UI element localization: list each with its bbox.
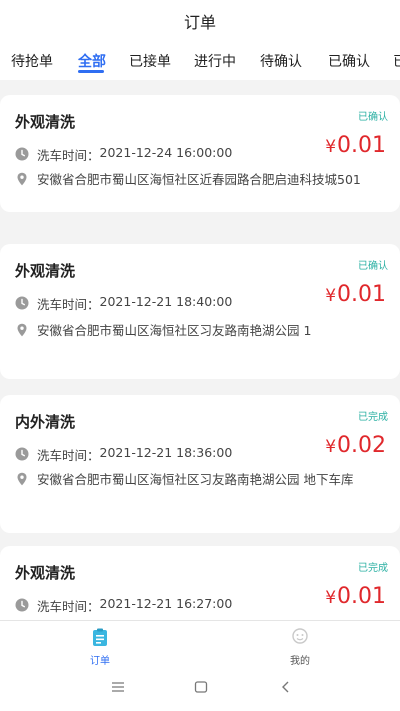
order-price: ¥0.01	[325, 584, 386, 609]
clock-icon	[15, 598, 29, 612]
location-pin-icon	[17, 323, 27, 337]
address-row: 安徽省合肥市蜀山区海恒社区习友路南艳湖公园 地下车库	[15, 470, 382, 490]
tab-pending-grab[interactable]: 待抢单	[11, 51, 53, 71]
address-text: 安徽省合肥市蜀山区海恒社区近春园路合肥启迪科技城501	[37, 172, 361, 187]
currency-symbol: ¥	[325, 588, 337, 608]
active-tab-indicator	[78, 70, 104, 73]
tab-confirmed[interactable]: 已确认	[328, 51, 370, 71]
order-card[interactable]: 外观清洗 已完成 洗车时间： 2021-12-21 16:27:00 ¥0.01	[0, 546, 400, 620]
bottom-navigation: 订单 我的	[0, 620, 400, 669]
address-row: 安徽省合肥市蜀山区海恒社区习友路南艳湖公园 1	[15, 321, 382, 341]
wash-time-value: 2021-12-21 18:40:00	[99, 294, 233, 309]
location-pin-icon	[17, 172, 27, 186]
order-card[interactable]: 外观清洗 已确认 洗车时间： 2021-12-21 18:40:00 ¥0.01…	[0, 244, 400, 379]
wash-time-label: 洗车时间：	[37, 297, 100, 312]
clock-icon	[15, 296, 29, 310]
order-price: ¥0.02	[325, 433, 386, 458]
order-status-badge: 已完成	[358, 412, 388, 423]
order-price: ¥0.01	[325, 282, 386, 307]
nav-profile[interactable]: 我的	[270, 627, 330, 667]
address-text: 安徽省合肥市蜀山区海恒社区习友路南艳湖公园 地下车库	[37, 472, 354, 487]
currency-symbol: ¥	[325, 137, 337, 157]
wash-time-label: 洗车时间：	[37, 599, 100, 614]
status-tabs: 待抢单 全部 已接单 进行中 待确认 已确认 已	[0, 42, 400, 80]
wash-time-label: 洗车时间：	[37, 448, 100, 463]
order-status-badge: 已完成	[358, 563, 388, 574]
order-service-name: 外观清洗	[15, 262, 76, 280]
wash-time-row: 洗车时间： 2021-12-21 18:40:00	[15, 294, 232, 313]
price-value: 0.01	[337, 133, 386, 158]
clock-icon	[15, 447, 29, 461]
order-service-name: 外观清洗	[15, 564, 76, 582]
wash-time-value: 2021-12-24 16:00:00	[99, 145, 233, 160]
wash-time-value: 2021-12-21 18:36:00	[99, 445, 233, 460]
currency-symbol: ¥	[325, 437, 337, 457]
tab-in-progress[interactable]: 进行中	[194, 51, 236, 71]
address-text: 安徽省合肥市蜀山区海恒社区习友路南艳湖公园 1	[37, 323, 312, 338]
price-value: 0.01	[337, 584, 386, 609]
back-arrow-icon[interactable]	[279, 680, 293, 694]
order-card[interactable]: 内外清洗 已完成 洗车时间： 2021-12-21 18:36:00 ¥0.02…	[0, 395, 400, 533]
tab-pending-confirm[interactable]: 待确认	[260, 51, 302, 71]
price-value: 0.02	[337, 433, 386, 458]
order-card[interactable]: 外观清洗 已确认 洗车时间： 2021-12-24 16:00:00 ¥0.01…	[0, 95, 400, 212]
order-service-name: 内外清洗	[15, 413, 76, 431]
order-status-badge: 已确认	[358, 112, 388, 123]
wash-time-row: 洗车时间： 2021-12-21 16:27:00	[15, 596, 232, 615]
clock-icon	[15, 147, 29, 161]
order-status-badge: 已确认	[358, 261, 388, 272]
page-title: 订单	[183, 13, 216, 32]
app-header: 订单	[0, 0, 400, 42]
nav-orders-label: 订单	[90, 656, 110, 667]
clipboard-icon	[93, 628, 107, 646]
tab-more[interactable]: 已	[393, 51, 400, 71]
tab-accepted[interactable]: 已接单	[129, 51, 171, 71]
tab-all[interactable]: 全部	[78, 51, 106, 71]
wash-time-row: 洗车时间： 2021-12-21 18:36:00	[15, 445, 232, 464]
order-service-name: 外观清洗	[15, 113, 76, 131]
order-list[interactable]: 外观清洗 已确认 洗车时间： 2021-12-24 16:00:00 ¥0.01…	[0, 80, 400, 620]
order-price: ¥0.01	[325, 133, 386, 158]
menu-icon[interactable]	[111, 680, 125, 694]
system-navigation-bar	[0, 668, 400, 711]
location-pin-icon	[17, 472, 27, 486]
price-value: 0.01	[337, 282, 386, 307]
nav-orders[interactable]: 订单	[70, 627, 130, 667]
profile-icon	[292, 628, 308, 644]
nav-profile-label: 我的	[290, 656, 310, 667]
wash-time-value: 2021-12-21 16:27:00	[99, 596, 233, 611]
home-square-icon[interactable]	[194, 680, 208, 694]
address-row: 安徽省合肥市蜀山区海恒社区近春园路合肥启迪科技城501	[15, 170, 382, 190]
currency-symbol: ¥	[325, 286, 337, 306]
wash-time-label: 洗车时间：	[37, 148, 100, 163]
wash-time-row: 洗车时间： 2021-12-24 16:00:00	[15, 145, 232, 164]
